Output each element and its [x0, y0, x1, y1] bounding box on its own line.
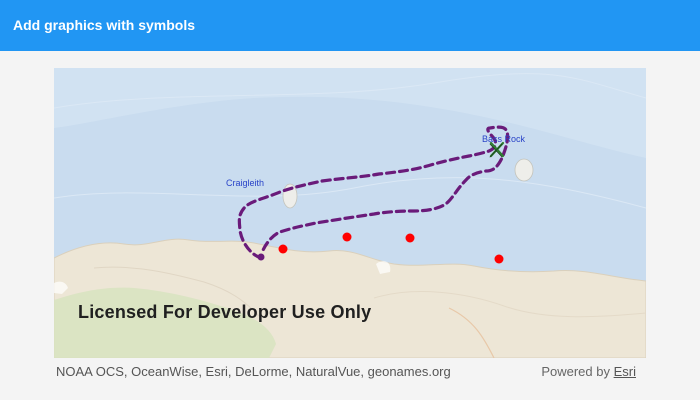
- red-point[interactable]: [494, 254, 504, 264]
- license-watermark: Licensed For Developer Use Only: [78, 302, 372, 322]
- powered-by: Powered by Esri: [541, 364, 636, 379]
- app-title: Add graphics with symbols: [13, 17, 196, 33]
- red-point[interactable]: [405, 233, 415, 243]
- red-point[interactable]: [342, 232, 352, 242]
- label-bass-rock: Bass Rock: [482, 134, 526, 144]
- esri-link[interactable]: Esri: [614, 364, 636, 379]
- route-end-dot: [257, 253, 265, 261]
- map-attribution-bar: NOAA OCS, OceanWise, Esri, DeLorme, Natu…: [54, 358, 646, 386]
- red-point[interactable]: [278, 244, 288, 254]
- label-craigleith: Craigleith: [226, 178, 265, 188]
- map-view[interactable]: Craigleith Bass Rock Licensed For Develo…: [54, 68, 646, 358]
- app-bar: Add graphics with symbols: [0, 0, 700, 51]
- powered-by-prefix: Powered by: [541, 364, 610, 379]
- attribution-text: NOAA OCS, OceanWise, Esri, DeLorme, Natu…: [56, 364, 451, 379]
- boat-route-polyline[interactable]: [237, 125, 510, 260]
